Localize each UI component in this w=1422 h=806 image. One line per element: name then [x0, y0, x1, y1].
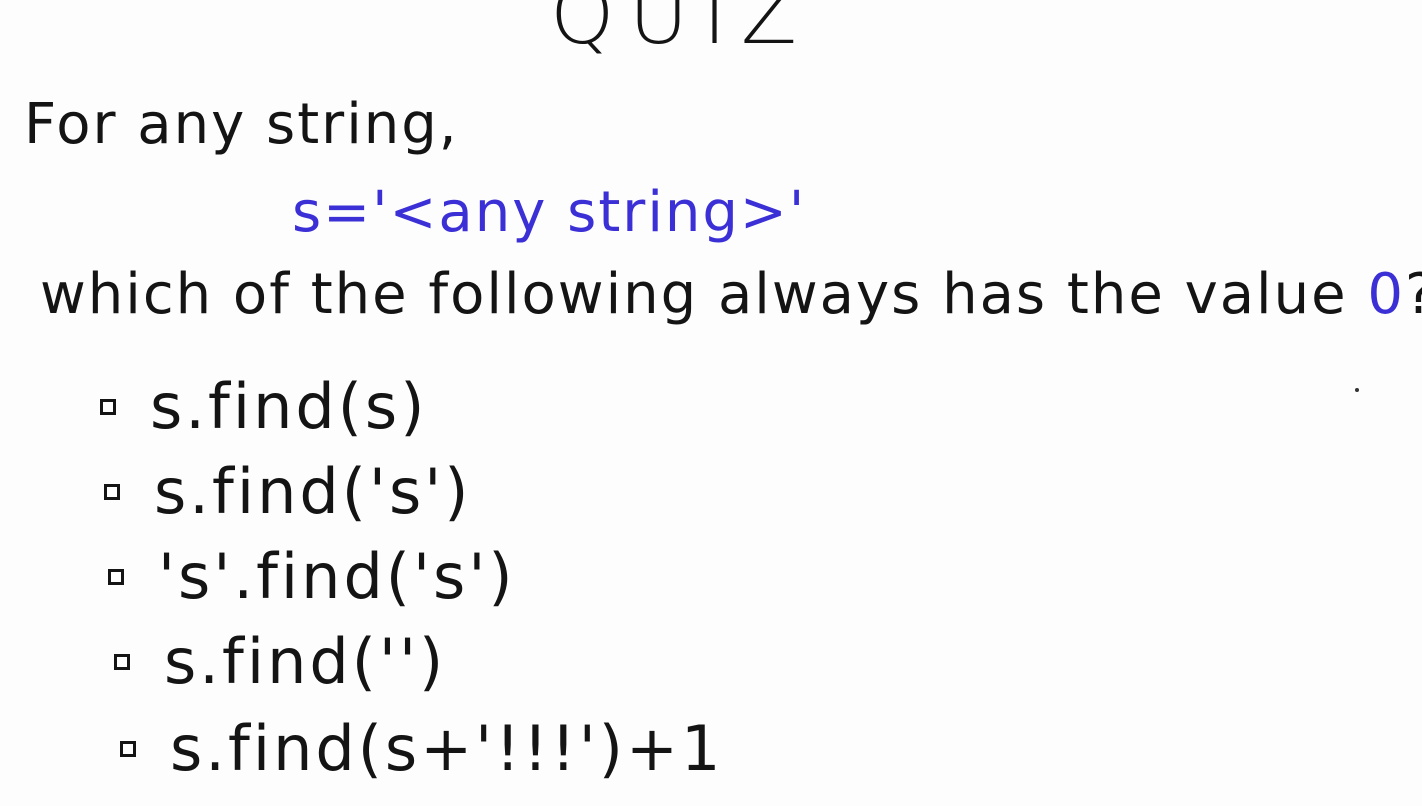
checkbox-icon[interactable]: [108, 568, 124, 585]
prompt-text: which of the following always has the va…: [40, 262, 1368, 327]
option-label: s.find(s): [150, 370, 428, 443]
option-2[interactable]: s.find('s'): [104, 455, 471, 528]
option-label: s.find(''): [164, 625, 447, 698]
option-5[interactable]: s.find(s+'!!!')+1: [120, 712, 723, 785]
checkbox-icon[interactable]: [100, 398, 116, 415]
prompt-question-mark: ?: [1405, 262, 1422, 327]
option-label: s.find('s'): [154, 455, 472, 528]
option-4[interactable]: s.find(''): [114, 625, 446, 698]
checkbox-icon[interactable]: [120, 740, 136, 757]
option-3[interactable]: 's'.find('s'): [108, 540, 516, 613]
prompt-value: 0: [1367, 262, 1405, 327]
quiz-title: QUIZ: [550, 0, 811, 63]
checkbox-icon[interactable]: [104, 483, 120, 500]
code-example: s='<any string>': [292, 180, 807, 245]
option-label: s.find(s+'!!!')+1: [170, 712, 724, 785]
prompt-line-2: which of the following always has the va…: [40, 262, 1422, 327]
checkbox-icon[interactable]: [114, 653, 130, 670]
option-label: 's'.find('s'): [158, 540, 516, 613]
stray-ink-dot: [1355, 388, 1359, 392]
option-1[interactable]: s.find(s): [100, 370, 427, 443]
prompt-line-1: For any string,: [24, 92, 459, 157]
